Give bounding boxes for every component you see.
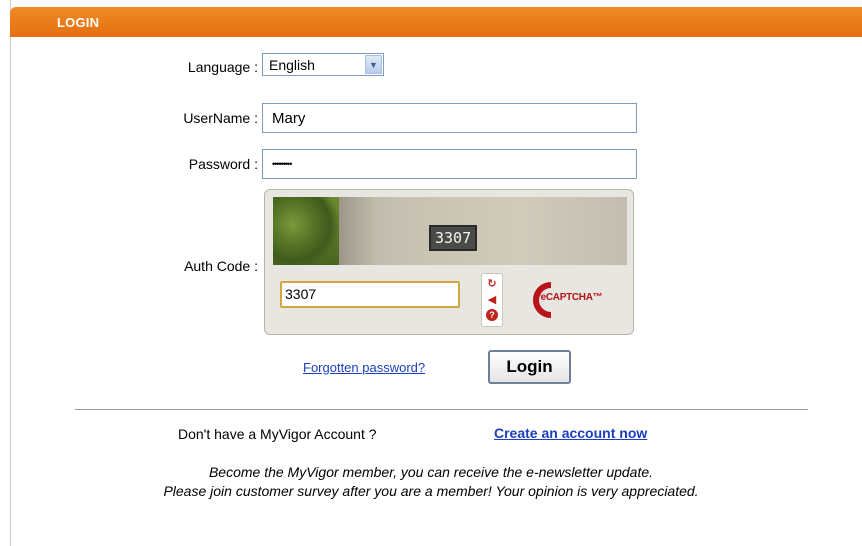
login-header: LOGIN — [10, 7, 862, 37]
chevron-down-icon[interactable]: ▼ — [365, 55, 382, 74]
recaptcha-logo-text: reCAPTCHA™ — [537, 292, 603, 303]
help-icon[interactable]: ? — [486, 309, 498, 321]
no-account-text: Don't have a MyVigor Account ? — [178, 426, 377, 442]
password-value: ••••••••• — [272, 159, 292, 169]
authcode-label: Auth Code : — [184, 258, 258, 274]
login-button[interactable]: Login — [488, 350, 571, 384]
header-title: LOGIN — [57, 15, 100, 30]
language-value: English — [269, 57, 315, 73]
captcha-input-value: 3307 — [285, 286, 317, 302]
password-input[interactable]: ••••••••• — [262, 149, 637, 179]
create-account-link[interactable]: Create an account now — [494, 425, 647, 441]
username-input[interactable]: Mary — [262, 103, 637, 133]
recaptcha-widget: 3307 3307 ↻ ◀︎ ? reCAPTCHA™ — [264, 189, 634, 335]
forgot-password-link[interactable]: Forgotten password? — [303, 360, 425, 375]
username-label: UserName : — [183, 110, 258, 126]
username-value: Mary — [272, 110, 306, 127]
recaptcha-logo: reCAPTCHA™ — [521, 273, 611, 327]
password-label: Password : — [188, 156, 258, 172]
divider — [75, 409, 808, 410]
captcha-tools: ↻ ◀︎ ? — [481, 273, 503, 327]
member-message-line2: Please join customer survey after you ar… — [163, 483, 699, 499]
captcha-input[interactable]: 3307 — [280, 281, 460, 308]
captcha-image-text: 3307 — [429, 225, 478, 251]
language-label: Language : — [187, 59, 258, 75]
language-select[interactable]: English ▼ — [262, 53, 384, 76]
reload-icon[interactable]: ↻ — [485, 277, 499, 291]
member-message-line1: Become the MyVigor member, you can recei… — [208, 464, 654, 480]
tree-image — [273, 197, 339, 265]
audio-icon[interactable]: ◀︎ — [485, 293, 499, 307]
captcha-image: 3307 — [273, 197, 627, 265]
